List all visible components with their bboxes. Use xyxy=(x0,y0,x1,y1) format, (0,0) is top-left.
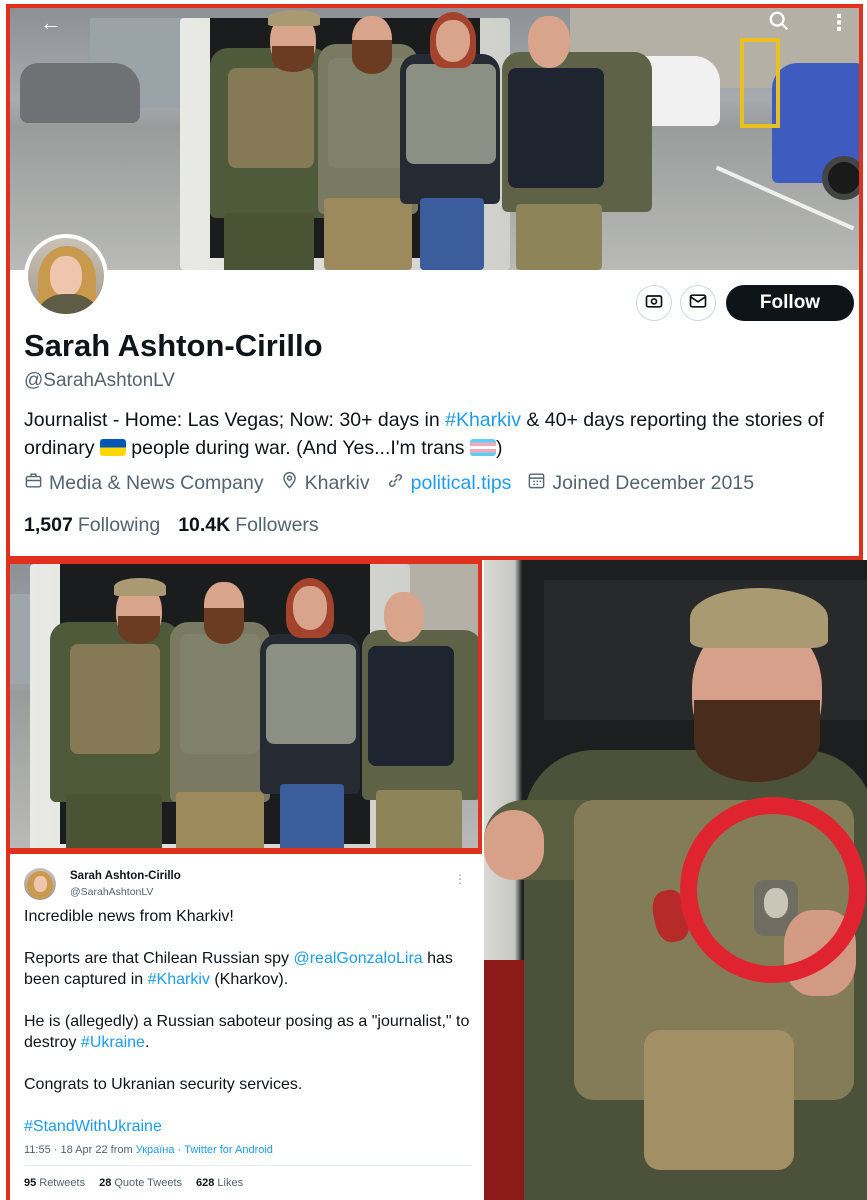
ukraine-flag-icon xyxy=(99,439,126,456)
tweet-text: Incredible news from Kharkiv! Reports ar… xyxy=(24,906,474,1137)
mention-realgonzalolira[interactable]: @realGonzaloLira xyxy=(293,950,422,967)
briefcase-icon xyxy=(24,471,43,496)
profile-meta-row: Media & News Company Kharkiv political.t… xyxy=(24,471,754,496)
profile-location: Kharkiv xyxy=(280,471,370,496)
more-vertical-icon[interactable]: ⋮ xyxy=(454,872,466,886)
message-button[interactable] xyxy=(680,285,716,321)
tweet-card[interactable]: Sarah Ashton-Cirillo @SarahAshtonLV ⋮ In… xyxy=(6,850,482,1200)
retweets-link[interactable]: 95 Retweets xyxy=(24,1177,85,1189)
profile-banner-photo[interactable]: ← ⋮ xyxy=(10,8,859,270)
group-photo xyxy=(6,560,482,852)
following-link[interactable]: 1,507 Following xyxy=(24,514,160,537)
tip-jar-icon xyxy=(644,291,664,316)
envelope-icon xyxy=(688,291,708,316)
profile-joined: Joined December 2015 xyxy=(527,471,754,496)
likes-link[interactable]: 628 Likes xyxy=(196,1177,243,1189)
followers-link[interactable]: 10.4K Followers xyxy=(178,514,318,537)
bio-text: Journalist - Home: Las Vegas; Now: 30+ d… xyxy=(24,409,446,431)
tweet-paragraph: He is (allegedly) a Russian saboteur pos… xyxy=(24,1013,470,1051)
transgender-flag-icon xyxy=(469,439,496,456)
follow-button[interactable]: Follow xyxy=(726,285,854,321)
link-icon xyxy=(386,471,405,496)
highlight-circle xyxy=(680,797,866,983)
search-icon[interactable] xyxy=(768,10,790,38)
profile-bio: Journalist - Home: Las Vegas; Now: 30+ d… xyxy=(24,406,854,462)
tweet-author-name[interactable]: Sarah Ashton-Cirillo xyxy=(70,870,181,882)
hashtag-standwithukraine[interactable]: #StandWithUkraine xyxy=(24,1116,474,1137)
tweet-source[interactable]: · Twitter for Android xyxy=(175,1144,273,1156)
tweet-location-tag[interactable]: Україна xyxy=(136,1144,175,1156)
profile-stats: 1,507 Following 10.4K Followers xyxy=(24,514,319,537)
bio-text: ) xyxy=(495,437,503,459)
profile-website[interactable]: political.tips xyxy=(386,471,511,496)
tweet-paragraph: Reports are that Chilean Russian spy @re… xyxy=(24,950,453,988)
hashtag-kharkiv[interactable]: #Kharkiv xyxy=(148,971,210,988)
bio-hashtag-kharkiv[interactable]: #Kharkiv xyxy=(445,409,521,431)
bio-text: people during war. (And Yes...I'm trans xyxy=(125,437,470,459)
divider xyxy=(24,1165,472,1166)
tweet-author-avatar[interactable] xyxy=(24,868,56,900)
tweet-stats: 95 Retweets 28 Quote Tweets 628 Likes xyxy=(24,1177,243,1189)
tweet-author-handle[interactable]: @SarahAshtonLV xyxy=(70,886,153,898)
tip-button[interactable] xyxy=(636,285,672,321)
calendar-icon xyxy=(527,471,546,496)
display-name: Sarah Ashton-Cirillo xyxy=(24,328,323,363)
profile-category: Media & News Company xyxy=(24,471,264,496)
tweet-timestamp: 11:55 · 18 Apr 22 from Україна · Twitter… xyxy=(24,1144,273,1156)
profile-panel: ← ⋮ Follow Sarah Ashton-Cirillo @SarahAs… xyxy=(6,4,863,560)
hashtag-ukraine[interactable]: #Ukraine xyxy=(81,1034,145,1051)
back-arrow-icon[interactable]: ← xyxy=(40,10,62,36)
tweet-paragraph: Congrats to Ukranian security services. xyxy=(24,1076,303,1093)
location-pin-icon xyxy=(280,471,299,496)
more-vertical-icon[interactable]: ⋮ xyxy=(828,10,850,36)
profile-avatar[interactable] xyxy=(24,234,108,318)
quote-tweets-link[interactable]: 28 Quote Tweets xyxy=(99,1177,182,1189)
profile-handle: @SarahAshtonLV xyxy=(24,370,175,391)
tweet-line: Incredible news from Kharkiv! xyxy=(24,908,234,925)
zoomed-soldier-photo xyxy=(484,560,867,1200)
